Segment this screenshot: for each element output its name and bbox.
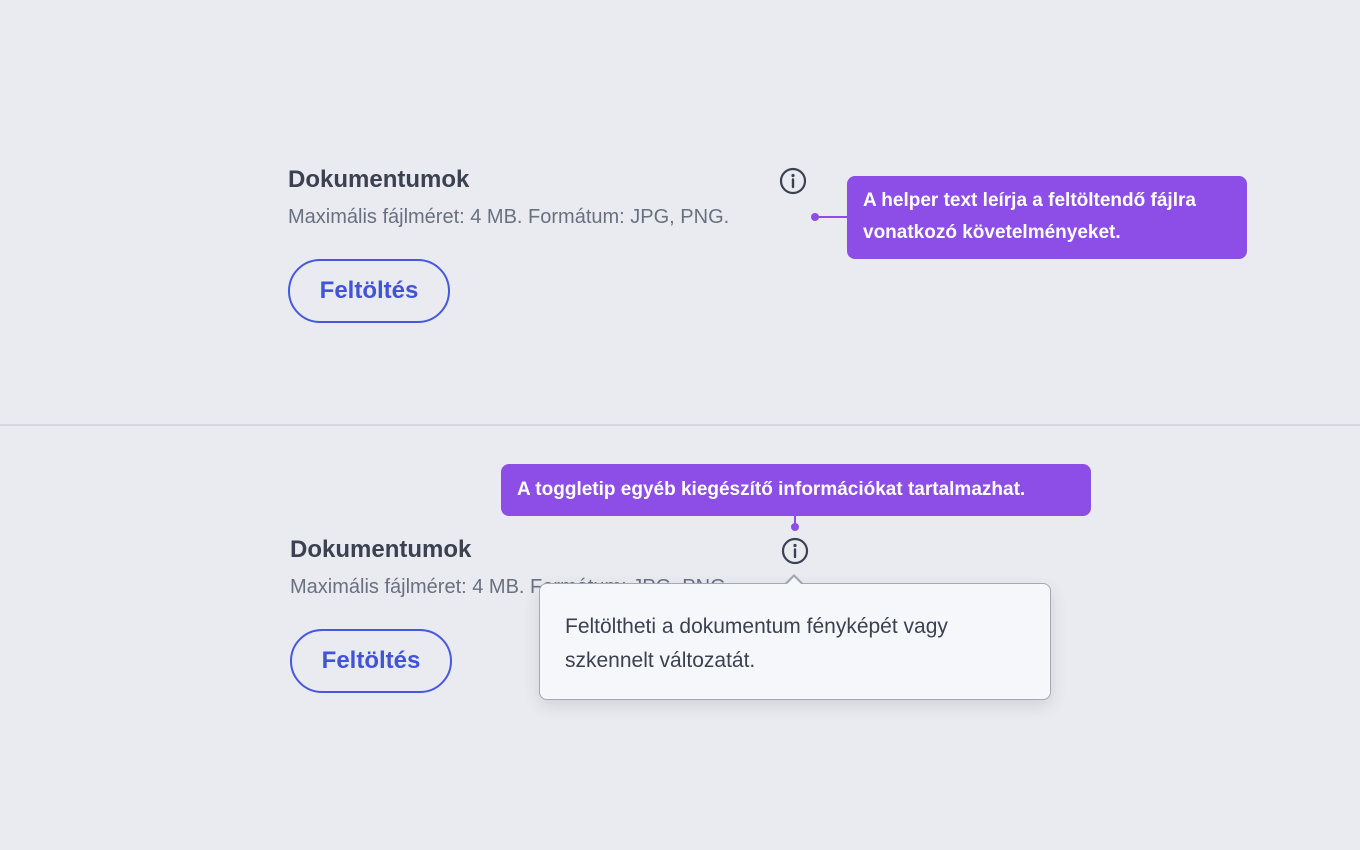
info-circle-icon[interactable] bbox=[781, 537, 809, 565]
toggletip-popover: Feltöltheti a dokumentum fényképét vagy … bbox=[539, 583, 1051, 700]
annotation-line: A helper text leírja a feltöltendő fájlr… bbox=[863, 190, 1196, 211]
upload-button[interactable]: Feltöltés bbox=[290, 629, 452, 693]
toggletip-text: szkennelt változatát. bbox=[565, 649, 756, 672]
field-title: Dokumentumok bbox=[288, 166, 470, 193]
toggletip-annotation: A toggletip egyéb kiegészítő információk… bbox=[501, 464, 1091, 516]
annotation-dot bbox=[791, 523, 799, 531]
field-title: Dokumentumok bbox=[290, 536, 472, 563]
toggletip-text: Feltöltheti a dokumentum fényképét vagy bbox=[565, 615, 948, 638]
info-circle-icon[interactable] bbox=[779, 167, 807, 195]
toggletip-arrow-fill bbox=[785, 577, 803, 586]
annotation-connector bbox=[816, 216, 848, 218]
helper-text: Maximális fájlméret: 4 MB. Formátum: JPG… bbox=[288, 206, 730, 228]
annotation-line: vonatkozó követelményeket. bbox=[863, 222, 1121, 243]
section-divider bbox=[0, 424, 1360, 426]
upload-button[interactable]: Feltöltés bbox=[288, 259, 450, 323]
canvas: Dokumentumok Maximális fájlméret: 4 MB. … bbox=[0, 0, 1360, 850]
helper-text-annotation: A helper text leírja a feltöltendő fájlr… bbox=[847, 176, 1247, 259]
